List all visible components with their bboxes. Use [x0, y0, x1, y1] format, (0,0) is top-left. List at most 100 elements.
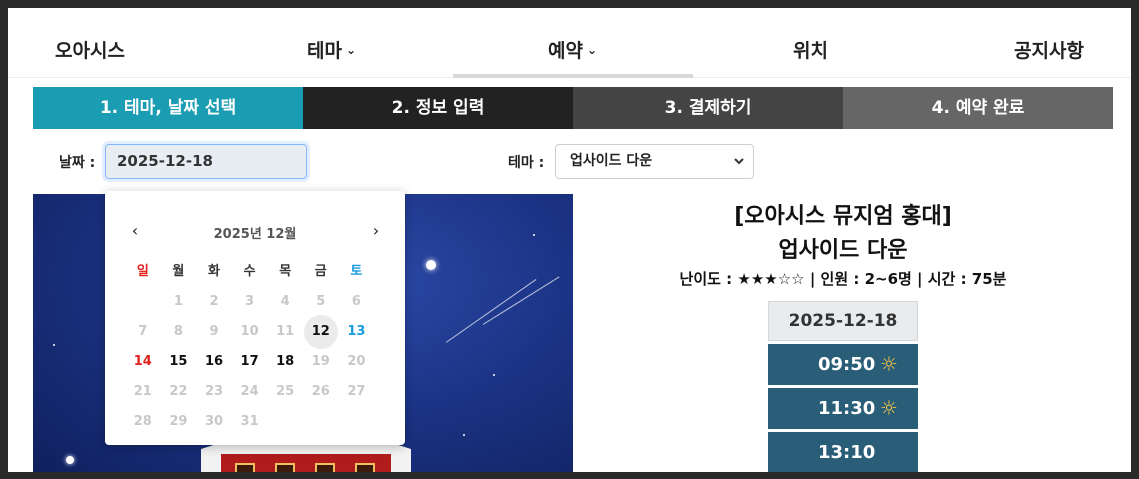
datepicker-month-title: 2025년 12월: [213, 227, 297, 242]
calendar-day-number: 11: [276, 324, 295, 339]
calendar-day-number: 8: [173, 324, 183, 339]
theme-name-title: 업사이드 다운: [778, 238, 908, 263]
date-input[interactable]: 2025-12-18: [105, 144, 307, 179]
calendar-day-number: 20: [347, 354, 366, 369]
sun-icon: ☼: [880, 352, 898, 376]
calendar-day: 23: [196, 377, 232, 407]
calendar-day: 6: [339, 287, 375, 317]
time-slot-label: 09:50: [818, 354, 876, 375]
datepicker-popup: ‹ 2025년 12월 › 일 월 화 수 목 금 토 1 2 3 4 5 6 7 8 9 10 11 12 13 14…: [105, 191, 405, 445]
theme-label: 테마 :: [508, 155, 545, 171]
nav-item-location[interactable]: 위치: [793, 38, 828, 64]
calendar-day-number: 13: [347, 324, 366, 339]
calendar-day: 20: [339, 347, 375, 377]
calendar-day-number: 31: [240, 414, 259, 429]
calendar-day[interactable]: 16: [196, 347, 232, 377]
week-row: 7 8 9 10 11 12 13: [125, 315, 401, 349]
star-icon: [53, 344, 55, 346]
time-slot-button[interactable]: 11:30 ☼: [768, 388, 918, 429]
time-slot-button[interactable]: 09:50 ☼: [768, 344, 918, 385]
calendar-day: 8: [161, 317, 197, 347]
calendar-day: 28: [125, 407, 161, 437]
calendar-day: 11: [267, 317, 303, 347]
calendar-day[interactable]: 17: [232, 347, 268, 377]
calendar-day-number: 27: [347, 384, 366, 399]
calendar-day-number: 9: [209, 324, 219, 339]
calendar-day: 2: [196, 287, 232, 317]
time-slot-button[interactable]: 13:10: [768, 432, 918, 472]
calendar-day-number: 2: [209, 294, 219, 309]
nav-item-oasis[interactable]: 오아시스: [55, 38, 125, 64]
moon-icon: [426, 260, 436, 270]
calendar-day-number: 16: [204, 354, 224, 369]
calendar-day[interactable]: 13: [339, 317, 375, 347]
calendar-day: 7: [125, 317, 161, 347]
calendar-day-number: 19: [311, 354, 330, 369]
top-nav: 오아시스 테마 ⌄ 예약 ⌄ 위치 공지사항: [8, 8, 1131, 78]
calendar-day: 26: [303, 377, 339, 407]
weekday-label: 토: [350, 264, 363, 279]
app-window: 오아시스 테마 ⌄ 예약 ⌄ 위치 공지사항 1. 테마, 날짜 선택 2. 정보 …: [8, 8, 1131, 472]
calendar-day[interactable]: 14: [125, 347, 161, 377]
theme-meta: 난이도 : ★★★☆☆ | 인원 : 2~6명 | 시간 : 75분: [679, 270, 1007, 288]
time-slot-label: 13:10: [818, 442, 876, 463]
calendar-day-number: 15: [169, 354, 188, 369]
calendar-day-number: 26: [311, 384, 330, 399]
calendar-day: 5: [303, 287, 339, 317]
step-select-theme-date: 1. 테마, 날짜 선택: [33, 87, 303, 129]
calendar-day-number: 4: [280, 294, 290, 309]
calendar-day-number: 29: [169, 414, 188, 429]
chevron-right-icon[interactable]: ›: [366, 221, 386, 240]
calendar-day: 24: [232, 377, 268, 407]
chevron-down-icon: ⌄: [345, 43, 357, 57]
nav-label: 오아시스: [55, 40, 125, 62]
step-enter-info: 2. 정보 입력: [303, 87, 573, 129]
calendar-day-number: 3: [245, 294, 255, 309]
nav-label: 테마: [307, 40, 342, 62]
calendar-day-number: 21: [133, 384, 152, 399]
week-row: 21 22 23 24 25 26 27: [125, 377, 401, 407]
calendar-day-number: 18: [276, 354, 295, 369]
calendar-day-number: 24: [240, 384, 259, 399]
calendar-day: 25: [267, 377, 303, 407]
calendar-day: 1: [161, 287, 197, 317]
star-icon: [493, 374, 495, 376]
weekday-label: 수: [243, 264, 256, 279]
weekday-row: 일월화수목금토: [125, 257, 401, 287]
nav-item-notice[interactable]: 공지사항: [1014, 38, 1084, 64]
calendar-day-number: 14: [133, 354, 152, 369]
calendar-day-number: 28: [133, 414, 152, 429]
date-label: 날짜 :: [59, 155, 96, 171]
theme-select[interactable]: 업사이드 다운: [555, 144, 754, 179]
week-row: 1 2 3 4 5 6: [125, 287, 401, 317]
calendar-day-number: 12: [311, 324, 330, 339]
star-icon: [533, 234, 535, 236]
step-complete: 4. 예약 완료: [843, 87, 1113, 129]
calendar-day[interactable]: 12: [303, 315, 339, 349]
calendar-day: 22: [161, 377, 197, 407]
calendar-day: 9: [196, 317, 232, 347]
active-nav-underline: [453, 74, 693, 78]
calendar-day: 3: [232, 287, 268, 317]
nav-item-reservation[interactable]: 예약 ⌄: [548, 38, 597, 64]
calendar-day-number: 5: [316, 294, 326, 309]
weekday-label: 화: [208, 264, 220, 279]
nav-item-theme[interactable]: 테마 ⌄: [307, 38, 356, 64]
datepicker-grid: 일 월 화 수 목 금 토 1 2 3 4 5 6 7 8 9 10 11 12 13 14 15 16 17 18 19 20 21…: [125, 257, 401, 437]
calendar-day: 27: [339, 377, 375, 407]
sun-icon: ☼: [880, 396, 898, 420]
calendar-day-number: 6: [351, 294, 361, 309]
weekday-label: 목: [279, 264, 292, 279]
weekday-label: 일: [136, 264, 149, 279]
week-row: 28 29 30 31: [125, 407, 401, 437]
calendar-day: 31: [232, 407, 268, 437]
calendar-day: 30: [196, 407, 232, 437]
star-icon: [463, 434, 465, 436]
reservation-steps: 1. 테마, 날짜 선택 2. 정보 입력 3. 결제하기 4. 예약 완료: [33, 87, 1113, 129]
week-row: 14 15 16 17 18 19 20: [125, 347, 401, 377]
calendar-day: 29: [161, 407, 197, 437]
calendar-day-number: 22: [169, 384, 188, 399]
calendar-day[interactable]: 15: [161, 347, 197, 377]
calendar-empty-cell: [267, 407, 303, 437]
calendar-day[interactable]: 18: [267, 347, 303, 377]
